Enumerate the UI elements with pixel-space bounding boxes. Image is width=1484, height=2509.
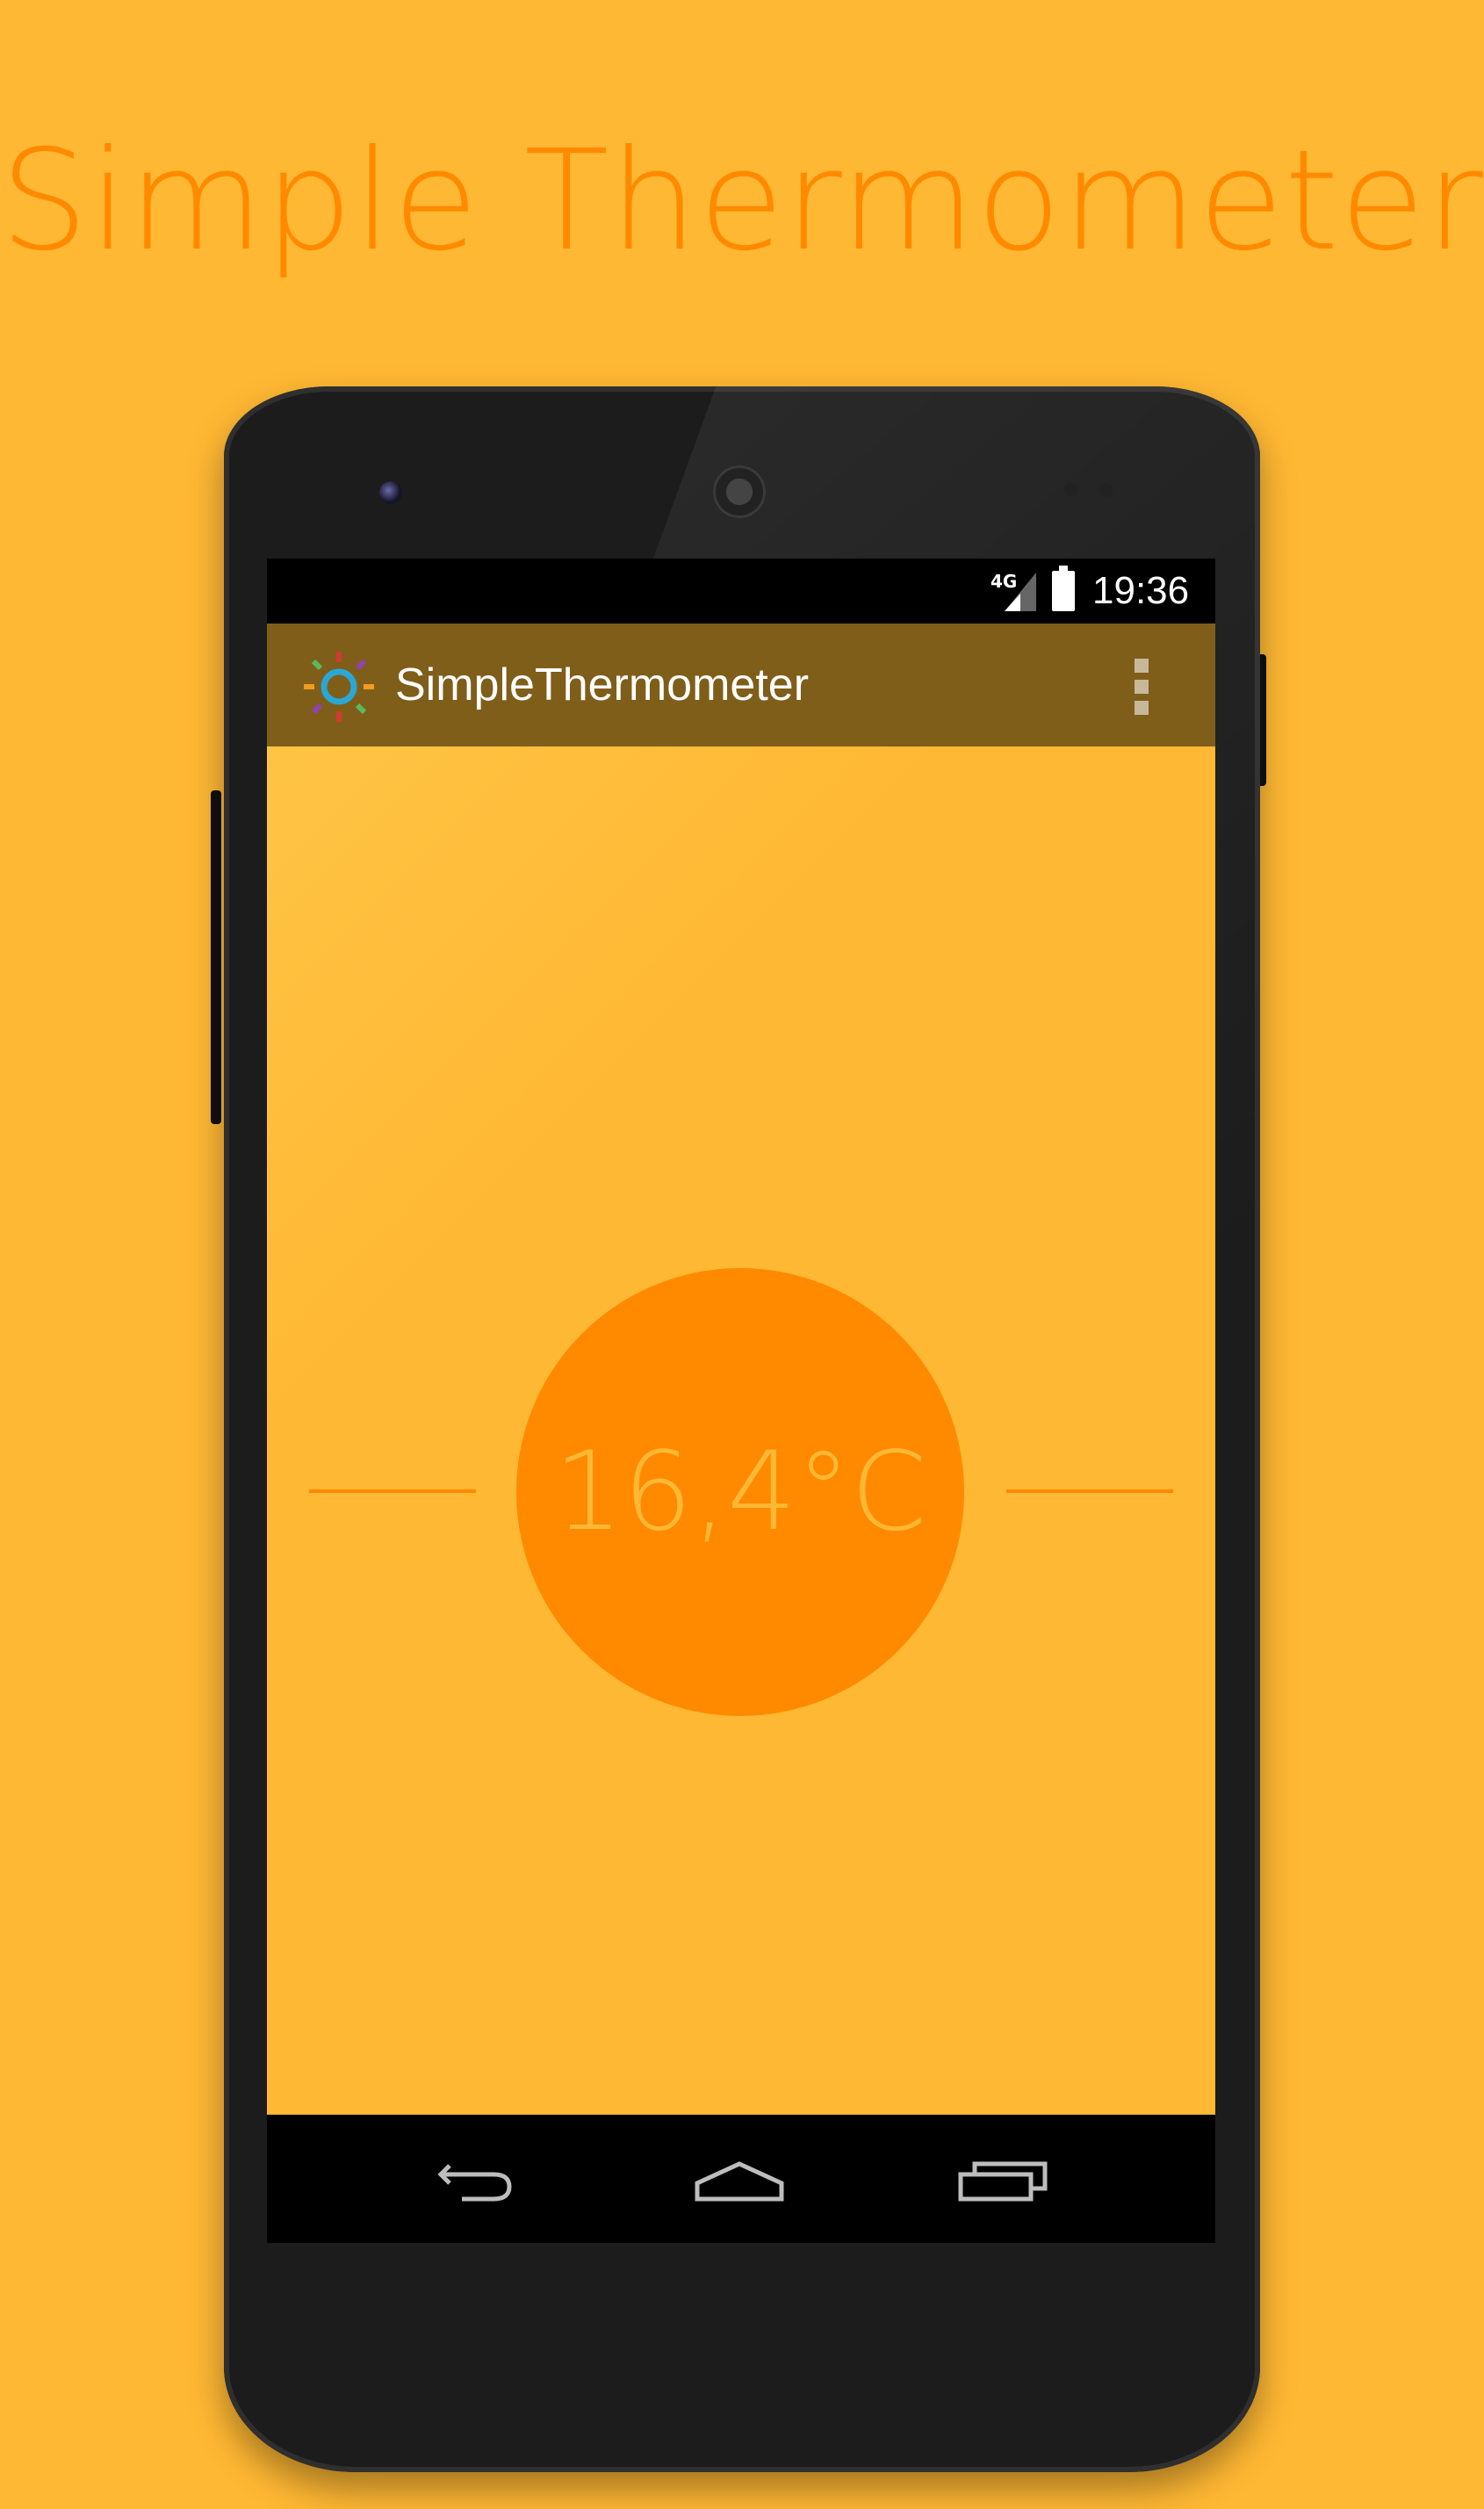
thermometer-content: 16,4°C	[267, 746, 1215, 2115]
phone-screen: 4G 19:36 SimpleThermometer 16,4°C	[267, 559, 1215, 2243]
recents-icon[interactable]	[950, 2145, 1055, 2215]
temperature-circle: 16,4°C	[516, 1268, 964, 1716]
back-icon[interactable]	[423, 2145, 529, 2215]
navigation-bar	[267, 2115, 1215, 2243]
earpiece-speaker	[713, 465, 766, 518]
signal-icon	[1005, 573, 1036, 611]
promo-title: Simple Thermometer	[0, 120, 1484, 282]
more-vert-icon[interactable]	[1135, 659, 1152, 715]
status-time: 19:36	[1092, 569, 1190, 612]
status-bar: 4G 19:36	[267, 559, 1215, 624]
home-icon[interactable]	[687, 2145, 792, 2215]
proximity-sensor	[1064, 483, 1078, 497]
light-sensor	[1099, 483, 1113, 497]
volume-button	[211, 790, 221, 1124]
battery-icon	[1052, 566, 1075, 611]
front-camera	[379, 481, 402, 504]
action-bar: SimpleThermometer	[267, 624, 1215, 746]
sun-icon[interactable]	[302, 650, 376, 724]
app-title: SimpleThermometer	[395, 660, 810, 710]
temperature-value: 16,4°C	[553, 1429, 927, 1555]
temperature-line-left	[309, 1489, 476, 1493]
temperature-line-right	[1006, 1489, 1173, 1493]
